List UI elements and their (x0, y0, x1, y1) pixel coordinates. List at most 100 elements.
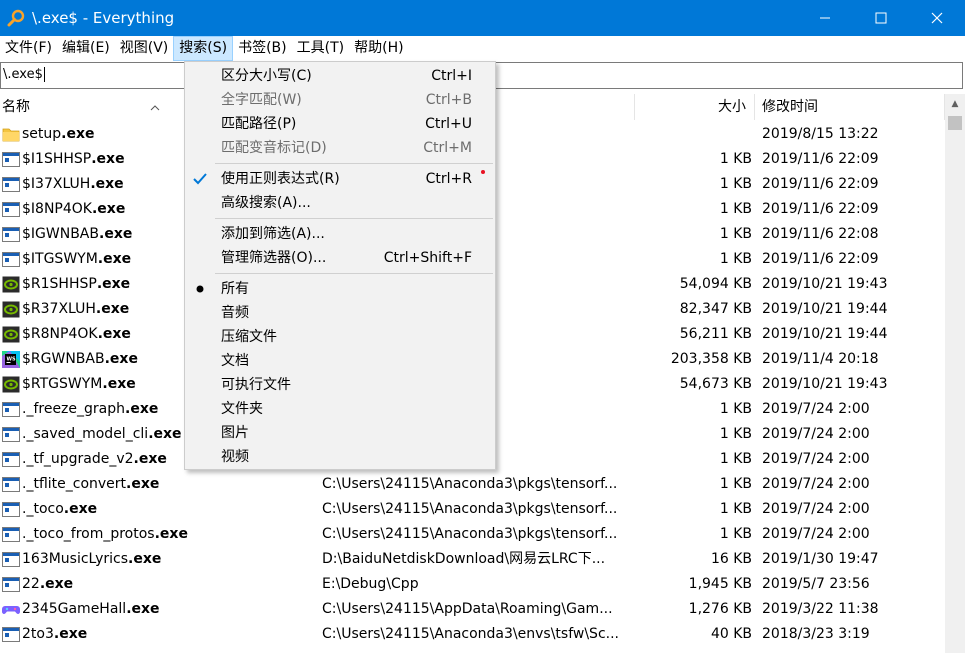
menu-separator (185, 270, 495, 277)
file-extension: .exe (104, 351, 138, 367)
file-size: 203,358 KB (670, 351, 752, 367)
search-menu-item: 匹配变音标记(D) Ctrl+M (185, 136, 495, 160)
search-menu-item[interactable]: 视频 (185, 445, 495, 469)
menu-help[interactable]: 帮助(H) (349, 36, 408, 61)
menu-item-shortcut: Ctrl+I (431, 68, 472, 84)
file-name: setup.exe (22, 122, 95, 147)
magnifier-app-icon (4, 6, 28, 30)
file-name: 22.exe (22, 572, 73, 597)
file-name: $I1SHHSP.exe (22, 147, 125, 172)
menu-edit[interactable]: 编辑(E) (57, 36, 115, 61)
menu-separator (185, 215, 495, 222)
file-modified: 2019/11/6 22:09 (762, 201, 879, 217)
file-basename: $R37XLUH (22, 301, 96, 317)
search-menu-item: 全字匹配(W) Ctrl+B (185, 88, 495, 112)
close-button[interactable] (909, 0, 965, 36)
menu-item-label: 文档 (221, 353, 249, 369)
exe-icon (2, 426, 20, 443)
minimize-button[interactable] (797, 0, 853, 36)
file-size: 1 KB (719, 251, 752, 267)
scrollbar-thumb[interactable] (948, 116, 962, 130)
maximize-button[interactable] (853, 0, 909, 36)
column-modified-header[interactable]: 修改时间 (755, 94, 945, 120)
file-name: ._tflite_convert.exe (22, 472, 159, 497)
file-row[interactable]: 22.exe E:\Debug\Cpp 1,945 KB 2019/5/7 23:56 (0, 572, 945, 597)
search-menu-item[interactable]: 高级搜索(A)... (185, 191, 495, 215)
menu-search[interactable]: 搜索(S) (173, 36, 234, 61)
nvidia-icon (2, 276, 20, 293)
file-row[interactable]: 2345GameHall.exe C:\Users\24115\AppData\R… (0, 597, 945, 622)
file-size: 1 KB (719, 201, 752, 217)
file-extension: .exe (148, 426, 182, 442)
search-menu-item[interactable]: 压缩文件 (185, 325, 495, 349)
checkmark-icon (185, 167, 215, 191)
menu-bookmarks[interactable]: 书签(B) (233, 36, 292, 61)
column-size-header[interactable]: 大小 (635, 94, 755, 120)
nvidia-icon (2, 301, 20, 318)
file-basename: $RGWNBAB (22, 351, 105, 367)
search-menu-item[interactable]: 使用正则表达式(R) Ctrl+R (185, 167, 495, 191)
scroll-up-arrow-icon[interactable]: ▲ (945, 94, 965, 114)
file-name: ._freeze_graph.exe (22, 397, 158, 422)
radio-bullet-icon (185, 277, 215, 301)
file-name: $RGWNBAB.exe (22, 347, 138, 372)
file-modified: 2019/7/24 2:00 (762, 501, 870, 517)
file-row[interactable]: ._toco.exe C:\Users\24115\Anaconda3\pkgs\… (0, 497, 945, 522)
file-modified: 2019/5/7 23:56 (762, 576, 870, 592)
search-menu-item[interactable]: 可执行文件 (185, 373, 495, 397)
file-modified: 2019/11/6 22:08 (762, 226, 879, 242)
search-menu-item[interactable]: 所有 (185, 277, 495, 301)
menu-item-label: 所有 (221, 281, 249, 297)
file-size: 1 KB (719, 151, 752, 167)
file-modified: 2019/3/22 11:38 (762, 601, 879, 617)
file-name: $R1SHHSP.exe (22, 272, 130, 297)
exe-icon (2, 551, 20, 568)
search-menu-item[interactable]: 区分大小写(C) Ctrl+I (185, 64, 495, 88)
file-modified: 2019/11/6 22:09 (762, 151, 879, 167)
file-row[interactable]: 2to3.exe C:\Users\24115\Anaconda3\envs\ts… (0, 622, 945, 647)
search-menu-item[interactable]: 添加到筛选(A)... (185, 222, 495, 246)
file-basename: $IGWNBAB (22, 226, 99, 242)
exe-icon (2, 401, 20, 418)
file-basename: 2345GameHall (22, 601, 127, 617)
file-row[interactable]: ._toco_from_protos.exe C:\Users\24115\Ana… (0, 522, 945, 547)
file-size: 1,945 KB (688, 576, 752, 592)
search-menu-item[interactable]: 音频 (185, 301, 495, 325)
file-modified: 2019/10/21 19:43 (762, 376, 888, 392)
file-size: 56,211 KB (679, 326, 752, 342)
svg-text:WS: WS (7, 357, 17, 363)
file-size: 1 KB (719, 476, 752, 492)
search-menu-item[interactable]: 匹配路径(P) Ctrl+U (185, 112, 495, 136)
file-size: 82,347 KB (679, 301, 752, 317)
file-basename: ._saved_model_cli (22, 426, 149, 442)
search-menu-item[interactable]: 图片 (185, 421, 495, 445)
file-path: D:\BaiduNetdiskDownload\网易云LRC下... (322, 551, 606, 567)
file-basename: $I37XLUH (22, 176, 91, 192)
file-size: 1 KB (719, 451, 752, 467)
menu-tools[interactable]: 工具(T) (292, 36, 349, 61)
file-path: C:\Users\24115\Anaconda3\pkgs\tensorf... (322, 501, 618, 517)
search-menu-item[interactable]: 管理筛选器(O)... Ctrl+Shift+F (185, 246, 495, 270)
file-extension: .exe (97, 251, 132, 267)
file-row[interactable]: ._tflite_convert.exe C:\Users\24115\Anaco… (0, 472, 945, 497)
file-basename: ._toco_from_protos (22, 526, 155, 542)
menu-item-label: 全字匹配(W) (221, 92, 302, 108)
file-path: C:\Users\24115\AppData\Roaming\Gam... (322, 601, 613, 617)
menu-view[interactable]: 视图(V) (115, 36, 174, 61)
menu-file[interactable]: 文件(F) (0, 36, 57, 61)
file-extension: .exe (39, 576, 74, 592)
file-size: 54,673 KB (679, 376, 752, 392)
exe-icon (2, 576, 20, 593)
vertical-scrollbar[interactable]: ▲ (945, 94, 965, 653)
file-name: 2345GameHall.exe (22, 597, 160, 622)
exe-icon (2, 226, 20, 243)
file-size: 1 KB (719, 226, 752, 242)
search-input-value: \.exe$ (3, 67, 43, 82)
exe-icon (2, 526, 20, 543)
search-menu-item[interactable]: 文件夹 (185, 397, 495, 421)
file-basename: $R1SHHSP (22, 276, 97, 292)
search-menu-item[interactable]: 文档 (185, 349, 495, 373)
file-path: C:\Users\24115\Anaconda3\pkgs\tensorf... (322, 476, 618, 492)
sort-ascending-icon (150, 96, 160, 122)
file-row[interactable]: 163MusicLyrics.exe D:\BaiduNetdiskDownloa… (0, 547, 945, 572)
